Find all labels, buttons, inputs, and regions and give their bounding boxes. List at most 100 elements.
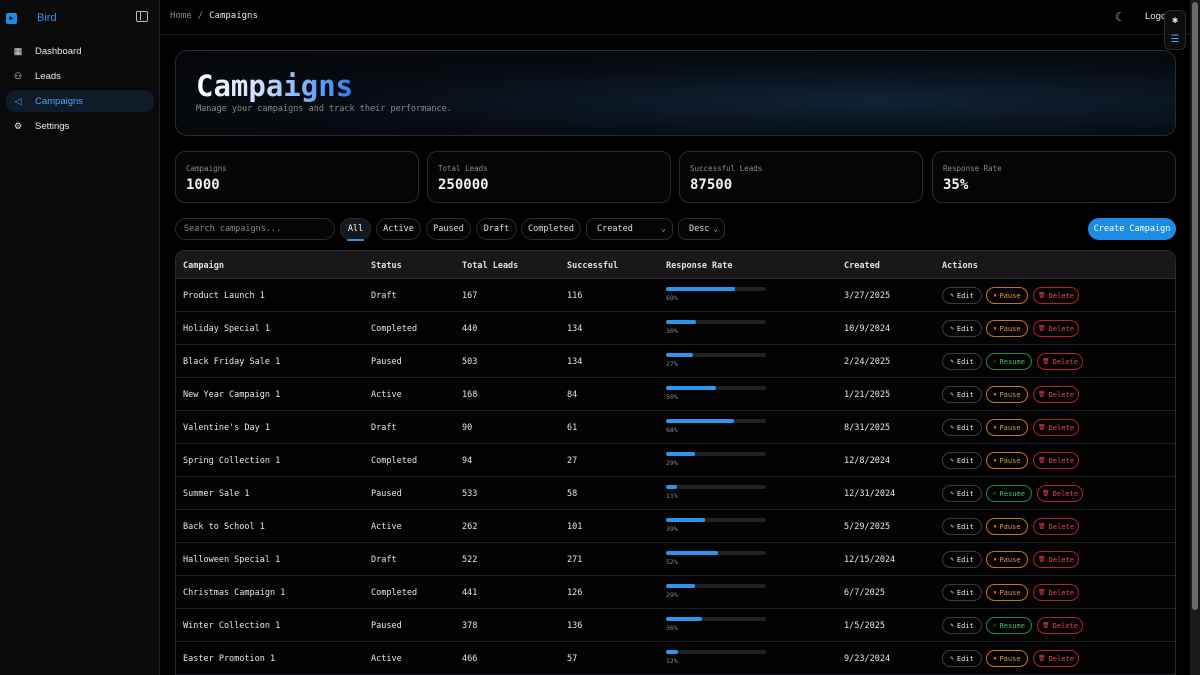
breadcrumb-home[interactable]: Home <box>170 11 192 21</box>
delete-label: Delete <box>1048 291 1074 300</box>
pause-button[interactable]: ⏸ Pause <box>986 518 1028 535</box>
sort-order-value: Desc <box>689 224 710 234</box>
stat-value: 35% <box>943 177 969 193</box>
response-rate-fill <box>666 320 696 324</box>
edit-button[interactable]: ✎ Edit <box>942 320 982 337</box>
brand[interactable]: ▶ Bird <box>6 10 57 26</box>
cell-campaign-name: Summer Sale 1 <box>183 489 250 499</box>
delete-button[interactable]: 🗑 Delete <box>1033 584 1079 601</box>
scrollbar-thumb[interactable] <box>1192 2 1198 610</box>
hero-banner: Campaigns Manage your campaigns and trac… <box>175 50 1176 136</box>
pause-button[interactable]: ⏸ Pause <box>986 584 1028 601</box>
resume-label: Resume <box>999 621 1025 630</box>
pause-icon: ⏸ <box>993 324 997 332</box>
edit-button[interactable]: ✎ Edit <box>942 419 982 436</box>
filter-chip-all[interactable]: All <box>340 218 371 241</box>
resume-button[interactable]: ✓ Resume <box>986 353 1032 370</box>
pause-button[interactable]: ⏸ Pause <box>986 287 1028 304</box>
column-header-successful[interactable]: Successful <box>567 261 618 271</box>
edit-button[interactable]: ✎ Edit <box>942 353 982 370</box>
column-header-campaign[interactable]: Campaign <box>183 261 224 271</box>
search-input[interactable]: Search campaigns... <box>175 218 335 240</box>
edit-button[interactable]: ✎ Edit <box>942 485 982 502</box>
response-rate-fill <box>666 287 735 291</box>
sidebar-item-dashboard[interactable]: ▦ Dashboard <box>6 40 154 62</box>
pause-button[interactable]: ⏸ Pause <box>986 551 1028 568</box>
logout-button[interactable]: Logo <box>1145 11 1166 22</box>
sidebar-item-label: Settings <box>35 120 70 132</box>
sidebar-toggle-icon[interactable] <box>136 11 148 22</box>
sidebar-item-campaigns[interactable]: ◁ Campaigns <box>6 90 154 112</box>
delete-icon: 🗑 <box>1038 391 1046 398</box>
gear-icon: ⚙ <box>13 120 23 131</box>
table-header: Campaign Status Total Leads Successful R… <box>176 251 1175 279</box>
cell-campaign-name: Halloween Special 1 <box>183 555 281 565</box>
delete-icon: 🗑 <box>1038 325 1046 332</box>
pause-button[interactable]: ⏸ Pause <box>986 386 1028 403</box>
sidebar-item-settings[interactable]: ⚙ Settings <box>6 115 154 137</box>
edit-label: Edit <box>956 555 974 564</box>
delete-button[interactable]: 🗑 Delete <box>1033 386 1079 403</box>
cell-status: Completed <box>371 588 418 598</box>
moon-icon[interactable]: ☾ <box>1115 10 1122 24</box>
table-row: Holiday Special 1 Completed 440 134 10/9/202… <box>176 312 1175 345</box>
column-header-total-leads[interactable]: Total Leads <box>462 261 518 271</box>
table-row: Winter Collection 1 Paused 378 136 1/5/2025 3… <box>176 609 1175 642</box>
cell-successful: 27 <box>567 456 578 466</box>
delete-icon: 🗑 <box>1038 292 1046 299</box>
pause-button[interactable]: ⏸ Pause <box>986 452 1028 469</box>
pause-button[interactable]: ⏸ Pause <box>986 320 1028 337</box>
filter-chip-paused[interactable]: Paused <box>426 218 471 240</box>
pause-button[interactable]: ⏸ Pause <box>986 419 1028 436</box>
delete-icon: 🗑 <box>1042 358 1050 365</box>
delete-icon: 🗑 <box>1038 424 1046 431</box>
filter-chip-completed[interactable]: Completed <box>521 218 581 240</box>
edit-button[interactable]: ✎ Edit <box>942 551 982 568</box>
cell-successful: 136 <box>567 621 583 631</box>
response-rate-label: 36% <box>666 624 678 632</box>
cell-campaign-name: Black Friday Sale 1 <box>183 357 281 367</box>
edit-button[interactable]: ✎ Edit <box>942 617 982 634</box>
edit-button[interactable]: ✎ Edit <box>942 518 982 535</box>
create-campaign-button[interactable]: Create Campaign <box>1088 218 1176 240</box>
sidebar-item-leads[interactable]: ⚇ Leads <box>6 65 154 87</box>
cell-created: 12/8/2024 <box>844 456 891 466</box>
edit-button[interactable]: ✎ Edit <box>942 287 982 304</box>
edit-label: Edit <box>956 390 974 399</box>
delete-button[interactable]: 🗑 Delete <box>1033 287 1079 304</box>
edit-icon: ✎ <box>950 358 954 365</box>
filter-chip-draft[interactable]: Draft <box>476 218 517 240</box>
edit-button[interactable]: ✎ Edit <box>942 584 982 601</box>
response-rate-bar <box>666 617 766 621</box>
edit-label: Edit <box>956 357 974 366</box>
filter-chip-active[interactable]: Active <box>376 218 421 240</box>
delete-label: Delete <box>1052 621 1078 630</box>
delete-button[interactable]: 🗑 Delete <box>1037 353 1083 370</box>
resume-button[interactable]: ✓ Resume <box>986 485 1032 502</box>
accessibility-icon[interactable]: ✱ <box>1172 15 1178 26</box>
delete-button[interactable]: 🗑 Delete <box>1037 485 1083 502</box>
cell-created: 1/5/2025 <box>844 621 885 631</box>
delete-button[interactable]: 🗑 Delete <box>1037 617 1083 634</box>
scrollbar[interactable] <box>1190 0 1200 675</box>
delete-button[interactable]: 🗑 Delete <box>1033 452 1079 469</box>
edit-button[interactable]: ✎ Edit <box>942 452 982 469</box>
delete-button[interactable]: 🗑 Delete <box>1033 518 1079 535</box>
delete-label: Delete <box>1048 522 1074 531</box>
resume-button[interactable]: ✓ Resume <box>986 617 1032 634</box>
pause-button[interactable]: ⏸ Pause <box>986 650 1028 667</box>
edit-button[interactable]: ✎ Edit <box>942 650 982 667</box>
delete-button[interactable]: 🗑 Delete <box>1033 551 1079 568</box>
delete-button[interactable]: 🗑 Delete <box>1033 650 1079 667</box>
delete-button[interactable]: 🗑 Delete <box>1033 419 1079 436</box>
response-rate-bar <box>666 386 766 390</box>
delete-button[interactable]: 🗑 Delete <box>1033 320 1079 337</box>
sort-order-select[interactable]: Desc ⌄ <box>678 218 725 240</box>
resume-icon: ✓ <box>993 358 997 365</box>
edit-button[interactable]: ✎ Edit <box>942 386 982 403</box>
column-header-response-rate[interactable]: Response Rate <box>666 261 733 271</box>
column-header-created[interactable]: Created <box>844 261 880 271</box>
menu-icon[interactable]: ☰ <box>1171 34 1180 45</box>
column-header-status[interactable]: Status <box>371 261 402 271</box>
sort-field-select[interactable]: Created ⌄ <box>586 218 673 240</box>
